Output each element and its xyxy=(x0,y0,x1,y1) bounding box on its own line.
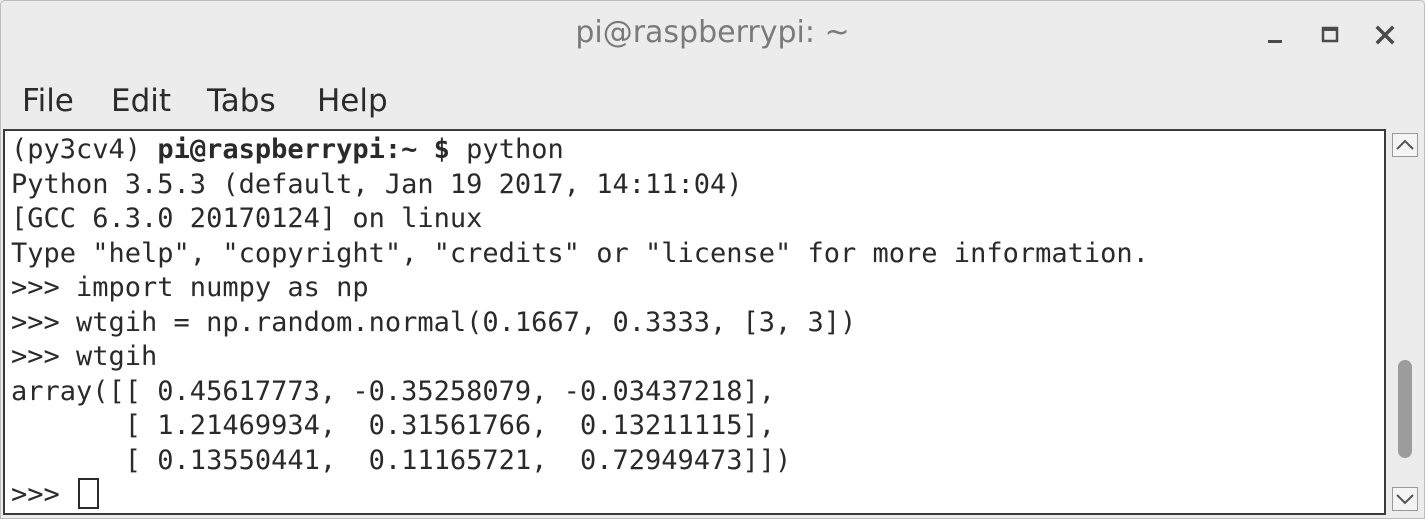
menu-tabs[interactable]: Tabs xyxy=(207,83,276,119)
menu-bar: File Edit Tabs Help xyxy=(1,77,1424,129)
terminal-output[interactable]: (py3cv4) pi@raspberrypi:~ $ python Pytho… xyxy=(3,129,1386,515)
terminal-line: Python 3.5.3 (default, Jan 19 2017, 14:1… xyxy=(11,168,743,200)
title-bar[interactable]: pi@raspberrypi: ~ xyxy=(1,1,1424,77)
terminal-line: [GCC 6.3.0 20170124] on linux xyxy=(11,203,483,234)
text-cursor xyxy=(78,478,100,509)
terminal-window: pi@raspberrypi: ~ File Edit Tabs Help (p… xyxy=(0,0,1425,519)
user-host: pi@raspberrypi xyxy=(157,134,385,165)
python-prompt: >>> xyxy=(11,479,77,510)
close-icon[interactable] xyxy=(1369,19,1401,51)
terminal-line: >>> wtgih = np.random.normal(0.1667, 0.3… xyxy=(11,306,857,338)
terminal-line: >>> wtgih xyxy=(11,341,158,372)
terminal-line: Type "help", "copyright", "credits" or "… xyxy=(11,237,1149,269)
scroll-down-icon[interactable] xyxy=(1392,487,1418,511)
terminal-input-line[interactable]: >>> xyxy=(11,478,1149,513)
vertical-scrollbar[interactable] xyxy=(1389,131,1421,515)
minimize-icon[interactable] xyxy=(1259,19,1291,51)
terminal-line: [ 0.13550441, 0.11165721, 0.72949473]]) xyxy=(11,444,792,476)
maximize-icon[interactable] xyxy=(1314,19,1346,51)
terminal-lines: (py3cv4) pi@raspberrypi:~ $ python Pytho… xyxy=(11,133,1149,513)
terminal-line: (py3cv4) pi@raspberrypi:~ $ python xyxy=(11,133,1149,168)
shell-command: python xyxy=(449,134,564,165)
menu-file[interactable]: File xyxy=(22,83,74,119)
shell-prompt: :~ $ xyxy=(384,134,450,165)
scroll-up-icon[interactable] xyxy=(1392,133,1418,157)
terminal-line: [ 1.21469934, 0.31561766, 0.13211115], xyxy=(11,410,776,441)
terminal-line: >>> import numpy as np xyxy=(11,272,369,303)
scroll-track[interactable] xyxy=(1398,159,1412,485)
menu-help[interactable]: Help xyxy=(317,83,388,119)
terminal-line: array([[ 0.45617773, -0.35258079, -0.034… xyxy=(11,375,776,407)
menu-edit[interactable]: Edit xyxy=(111,83,171,119)
virtualenv-label: (py3cv4) xyxy=(11,134,158,165)
scroll-thumb[interactable] xyxy=(1398,360,1412,458)
window-title: pi@raspberrypi: ~ xyxy=(575,15,850,50)
